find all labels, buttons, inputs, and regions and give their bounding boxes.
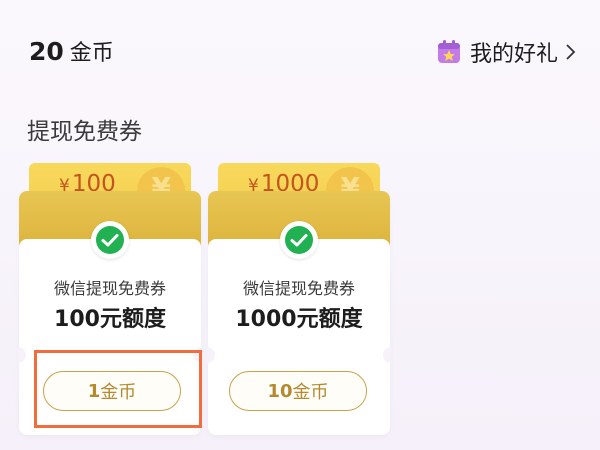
wechat-pay-icon xyxy=(91,221,129,259)
ticket-notch-left xyxy=(207,347,215,363)
my-gifts-label: 我的好礼 xyxy=(469,42,558,67)
gift-box-icon xyxy=(437,40,460,63)
coin-balance: 20 金币 xyxy=(29,35,114,67)
coupon-label: 微信提现免费券 xyxy=(53,279,166,298)
ticket-notch-left xyxy=(18,347,26,363)
header-bar: 20 金币 我的好礼 xyxy=(0,0,600,104)
coupon-card: ¥ ¥1000 微信提现免费券 1000元额度 10 金币 xyxy=(207,163,391,435)
redeem-button[interactable]: 10 金币 xyxy=(229,371,367,411)
redeem-price: 10 xyxy=(267,380,293,402)
section-title: 提现免费券 xyxy=(27,119,142,145)
coupon-quota: 100元额度 xyxy=(54,307,166,332)
my-gifts-link[interactable]: 我的好礼 xyxy=(436,36,576,68)
coin-amount: 20 xyxy=(29,37,64,66)
chevron-right-icon xyxy=(566,44,576,60)
ticket-notch-right xyxy=(383,347,391,363)
coupon-label: 微信提现免费券 xyxy=(242,279,355,298)
redeem-unit: 金币 xyxy=(292,382,329,403)
wechat-pay-icon xyxy=(280,221,318,259)
highlight-annotation xyxy=(34,350,202,428)
coin-unit: 金币 xyxy=(69,41,114,66)
coupon-body: 微信提现免费券 1000元额度 10 金币 xyxy=(207,191,391,435)
coupon-quota: 1000元额度 xyxy=(235,307,363,332)
